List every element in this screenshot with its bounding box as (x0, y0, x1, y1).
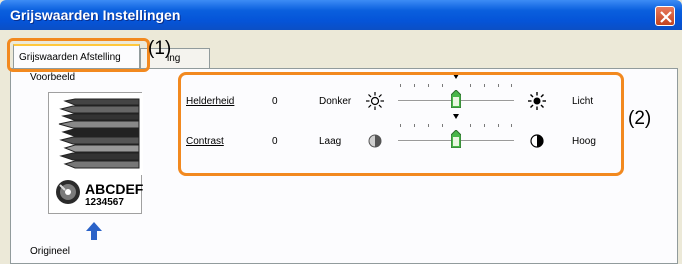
preview-image: ABCDEF 1234567 (48, 92, 144, 214)
close-icon (660, 11, 672, 23)
highlight-box-1 (7, 38, 150, 72)
title-bar[interactable]: Grijswaarden Instellingen (0, 0, 682, 30)
arrow-up-icon (86, 222, 102, 240)
window-title: Grijswaarden Instellingen (10, 7, 181, 23)
preview-sample-text: ABCDEF (85, 181, 144, 197)
pencils-image (49, 93, 143, 175)
origin-label: Origineel (30, 246, 71, 257)
callout-label-2: (2) (628, 108, 652, 129)
highlight-box-2 (178, 72, 624, 176)
grayscale-settings-window: Grijswaarden Instellingen ing Grijswaard… (0, 0, 682, 264)
close-button[interactable] (655, 6, 675, 26)
preview-label: Voorbeeld (30, 72, 76, 83)
preview-sample-numbers: 1234567 (85, 197, 124, 208)
cd-icon (56, 180, 80, 204)
callout-label-1: (1) (148, 38, 172, 59)
